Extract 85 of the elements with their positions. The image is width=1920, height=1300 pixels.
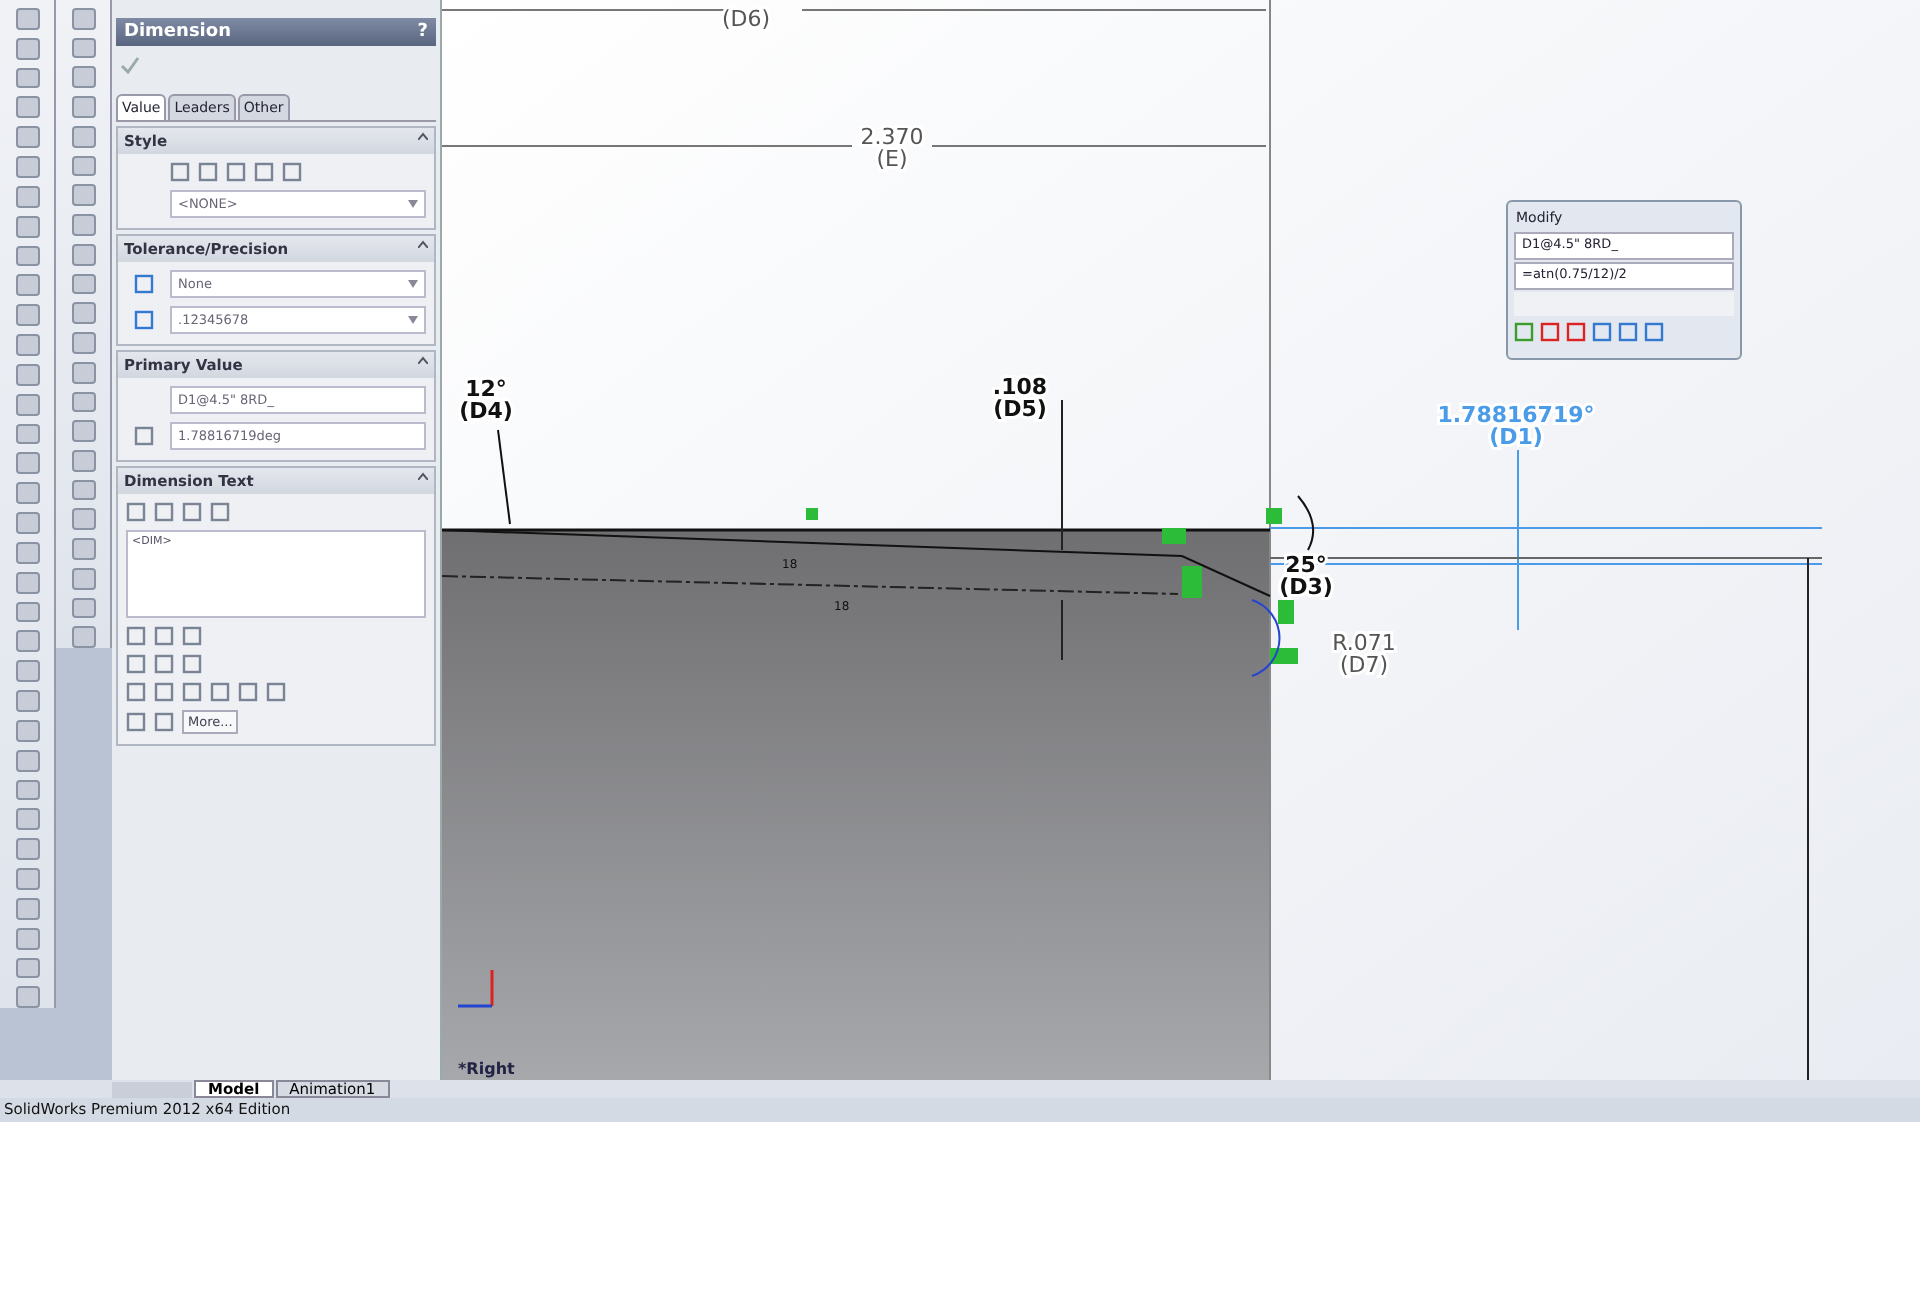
tool-icon[interactable] xyxy=(15,986,39,1009)
dimension-name: (D1) xyxy=(1489,424,1543,450)
tool-icon[interactable] xyxy=(71,8,95,30)
tool-icon[interactable] xyxy=(71,420,95,443)
tool-icon[interactable] xyxy=(15,779,39,801)
tool-icon[interactable] xyxy=(15,719,39,742)
collapse-icon[interactable] xyxy=(418,240,428,248)
tool-icon[interactable] xyxy=(15,868,39,890)
tool-icon[interactable] xyxy=(15,67,39,89)
tool-icon[interactable] xyxy=(15,601,39,623)
tool-icon[interactable] xyxy=(15,897,39,920)
tool-icon[interactable] xyxy=(71,626,95,649)
sketch-arc[interactable] xyxy=(1251,599,1281,677)
tool-icon[interactable] xyxy=(15,423,39,445)
tool-icon[interactable] xyxy=(71,391,95,413)
tool-icon[interactable] xyxy=(15,245,39,267)
tool-icon[interactable] xyxy=(15,749,39,772)
tool-icon[interactable] xyxy=(71,125,95,148)
tool-icon[interactable] xyxy=(71,273,95,295)
tool-icon[interactable] xyxy=(71,155,95,177)
tool-icon[interactable] xyxy=(71,479,95,501)
tool-icon[interactable] xyxy=(15,630,39,653)
caret-icon[interactable] xyxy=(408,316,418,324)
tool-icon[interactable] xyxy=(71,597,95,619)
tool-icon[interactable] xyxy=(71,450,95,472)
help-icon[interactable]: ? xyxy=(417,22,428,42)
tool-icon[interactable] xyxy=(71,66,95,89)
tool-icon[interactable] xyxy=(71,332,95,354)
tool-icon[interactable] xyxy=(15,8,39,30)
tool-icon[interactable] xyxy=(15,126,39,149)
dimension-value[interactable]: R.071 xyxy=(1332,630,1396,656)
tool-icon[interactable] xyxy=(15,393,39,416)
centerline[interactable] xyxy=(442,575,1179,595)
dimension-value[interactable]: .108 xyxy=(992,374,1048,400)
dimension-value[interactable]: 2.370 xyxy=(860,124,924,150)
tool-icon[interactable] xyxy=(71,37,95,59)
dimension-name: (D6) xyxy=(721,6,771,32)
dimension-name: (D7) xyxy=(1339,652,1389,678)
tool-icon[interactable] xyxy=(15,37,39,60)
tool-icon[interactable] xyxy=(15,571,39,594)
tool-icon[interactable] xyxy=(15,660,39,683)
tool-icon[interactable] xyxy=(15,838,39,861)
tool-icon[interactable] xyxy=(71,243,95,266)
collapse-icon[interactable] xyxy=(418,472,428,480)
tool-icon[interactable] xyxy=(15,512,39,534)
tool-icon[interactable] xyxy=(15,304,39,327)
relation-icon[interactable] xyxy=(1270,648,1298,664)
tool-icon[interactable] xyxy=(71,567,95,590)
tool-icon[interactable] xyxy=(15,334,39,356)
tool-icon[interactable] xyxy=(15,274,39,297)
tool-icon[interactable] xyxy=(15,215,39,238)
tool-icon[interactable] xyxy=(71,96,95,118)
tool-icon[interactable] xyxy=(15,185,39,208)
tool-icon[interactable] xyxy=(15,96,39,119)
tool-icon[interactable] xyxy=(71,508,95,531)
dimension-name: (D4) xyxy=(459,398,513,424)
leader-line xyxy=(497,429,511,525)
tool-icon[interactable] xyxy=(15,957,39,979)
caret-icon[interactable] xyxy=(408,280,418,288)
dimension-name: (D3) xyxy=(1279,574,1333,600)
panel-title: Dimension xyxy=(124,22,231,42)
collapse-icon[interactable] xyxy=(418,132,428,140)
dimension-name: (E) xyxy=(876,146,908,172)
dimension-name: (D5) xyxy=(993,396,1047,422)
tool-icon[interactable] xyxy=(15,452,39,475)
sketch-line[interactable] xyxy=(442,529,1271,597)
tool-icon[interactable] xyxy=(71,361,95,384)
ok-icon[interactable] xyxy=(120,56,140,74)
tool-icon[interactable] xyxy=(15,927,39,949)
collapse-icon[interactable] xyxy=(418,356,428,364)
axis-triad-icon xyxy=(458,970,494,1008)
leader-line xyxy=(1297,495,1315,551)
dimension-value[interactable]: 12° xyxy=(465,376,507,402)
tool-icon[interactable] xyxy=(15,363,39,386)
tool-icon[interactable] xyxy=(15,690,39,712)
tool-icon[interactable] xyxy=(15,156,39,178)
tool-icon[interactable] xyxy=(15,482,39,505)
caret-icon[interactable] xyxy=(408,200,418,208)
tool-icon[interactable] xyxy=(71,538,95,560)
tool-icon[interactable] xyxy=(71,214,95,236)
tool-icon[interactable] xyxy=(71,184,95,207)
view-label: *Right xyxy=(458,1060,515,1078)
tool-icon[interactable] xyxy=(15,808,39,831)
tool-icon[interactable] xyxy=(15,541,39,564)
tool-icon[interactable] xyxy=(71,302,95,325)
